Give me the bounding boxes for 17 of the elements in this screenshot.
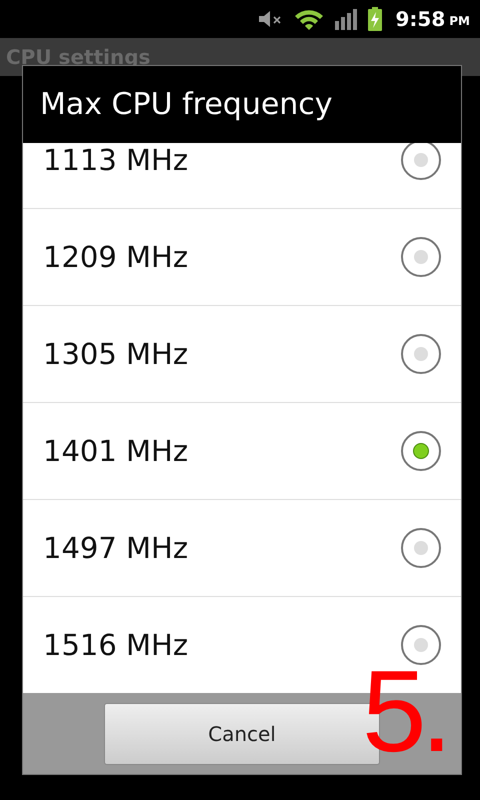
radio-button[interactable] — [401, 143, 441, 180]
signal-icon — [334, 7, 358, 31]
frequency-option[interactable]: 1401 MHz — [23, 403, 461, 500]
radio-button[interactable] — [401, 528, 441, 568]
frequency-option[interactable]: 1497 MHz — [23, 500, 461, 597]
clock-time: 9:58 — [396, 7, 446, 31]
frequency-option[interactable]: 1209 MHz — [23, 209, 461, 306]
radio-button[interactable] — [401, 431, 441, 471]
clock-period: PM — [449, 14, 470, 28]
muted-speaker-icon — [258, 9, 284, 29]
frequency-option[interactable]: 1305 MHz — [23, 306, 461, 403]
radio-button[interactable] — [401, 237, 441, 277]
charging-battery-icon — [368, 7, 382, 31]
wifi-icon — [294, 8, 324, 30]
frequency-option[interactable]: 1113 MHz — [23, 143, 461, 209]
dialog-title: Max CPU frequency — [40, 87, 333, 122]
radio-button[interactable] — [401, 334, 441, 374]
